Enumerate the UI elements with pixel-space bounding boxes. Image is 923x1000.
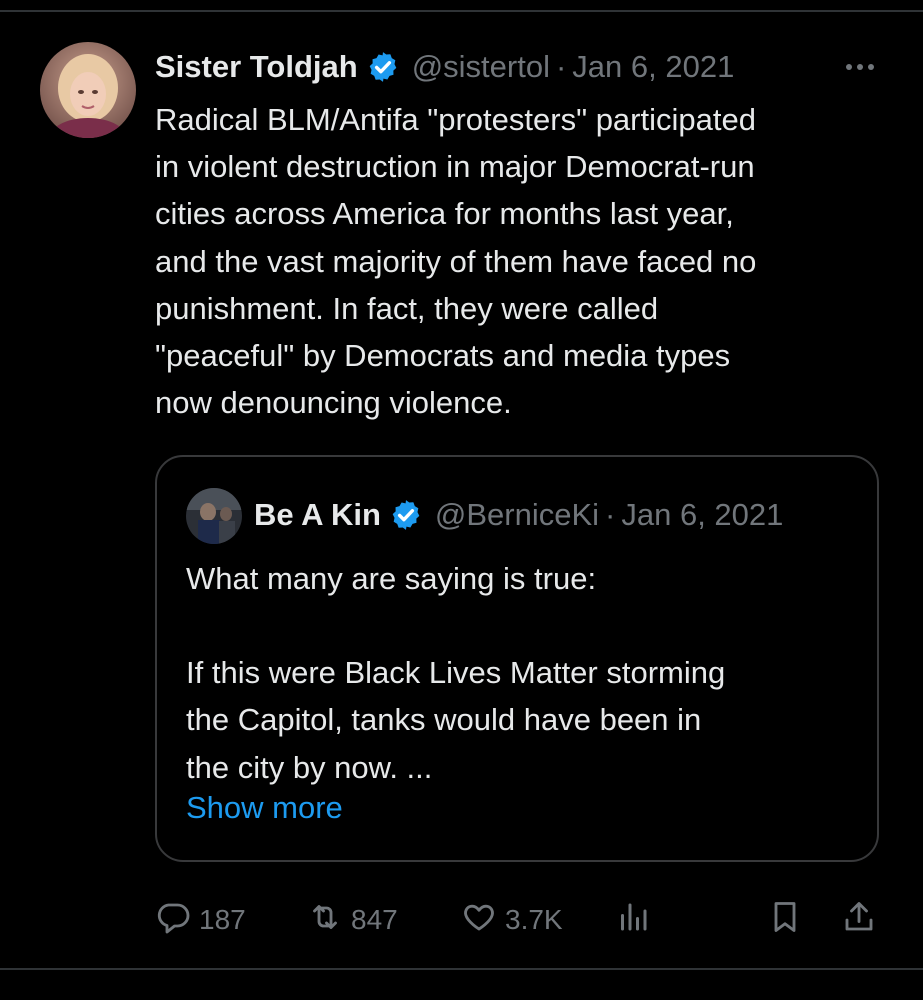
- quoted-tweet-text: What many are saying is true: If this we…: [186, 555, 866, 791]
- quoted-text-line: the Capitol, tanks would have been in: [186, 702, 702, 738]
- quoted-tweet-card[interactable]: Be A Kin @BerniceKi · Jan 6, 2021 What m…: [155, 455, 879, 862]
- reply-count: 187: [199, 904, 246, 935]
- quoted-text-line: [186, 602, 866, 649]
- tweet-text-line: cities across America for months last ye…: [155, 196, 734, 232]
- repost-button[interactable]: 847: [307, 893, 398, 947]
- top-divider: [0, 10, 923, 12]
- share-icon: [841, 899, 877, 942]
- quoted-text-line: If this were Black Lives Matter storming: [186, 655, 726, 691]
- tweet-text: Radical BLM/Antifa "protesters" particip…: [155, 96, 895, 426]
- views-icon: [615, 899, 651, 942]
- quoted-tweet-date[interactable]: Jan 6, 2021: [621, 497, 783, 533]
- tweet-text-line: punishment. In fact, they were called: [155, 290, 659, 326]
- quoted-author-name[interactable]: Be A Kin: [254, 497, 381, 533]
- tweet-text-line: in violent destruction in major Democrat…: [155, 149, 755, 185]
- author-handle[interactable]: @sistertol: [412, 49, 550, 85]
- verified-badge-icon: [366, 50, 400, 84]
- author-avatar[interactable]: [40, 42, 136, 138]
- tweet-text-line: "peaceful" by Democrats and media types: [155, 338, 731, 374]
- quoted-tweet-header: Be A Kin @BerniceKi · Jan 6, 2021: [254, 493, 783, 537]
- reply-button[interactable]: 187: [155, 893, 246, 947]
- quoted-author-handle[interactable]: @BerniceKi: [435, 497, 599, 533]
- share-button[interactable]: [841, 893, 877, 947]
- author-name[interactable]: Sister Toldjah: [155, 49, 358, 85]
- header-separator: ·: [555, 49, 567, 84]
- reply-icon: [155, 899, 191, 942]
- repost-icon: [307, 899, 343, 942]
- repost-count: 847: [351, 904, 398, 935]
- verified-badge-icon: [389, 498, 423, 532]
- tweet-date[interactable]: Jan 6, 2021: [572, 49, 734, 85]
- like-count: 3.7K: [505, 904, 563, 935]
- header-separator: ·: [605, 497, 616, 532]
- quoted-author-avatar[interactable]: [186, 488, 242, 544]
- more-dots-icon[interactable]: [840, 52, 880, 82]
- like-button[interactable]: 3.7K: [461, 893, 563, 947]
- bookmark-icon: [767, 899, 803, 942]
- views-button[interactable]: [615, 893, 651, 947]
- tweet-text-line: and the vast majority of them have faced…: [155, 243, 757, 279]
- tweet-header: Sister Toldjah @sistertol · Jan 6, 2021: [155, 44, 734, 90]
- action-bar: 187 847 3.7K: [155, 893, 885, 947]
- bottom-divider: [0, 968, 923, 970]
- quoted-text-line: the city by now. ...: [186, 749, 433, 785]
- tweet-text-line: now denouncing violence.: [155, 385, 512, 421]
- like-icon: [461, 899, 497, 942]
- quoted-text-line: What many are saying is true:: [186, 561, 597, 596]
- bookmark-button[interactable]: [767, 893, 803, 947]
- tweet-text-line: Radical BLM/Antifa "protesters" particip…: [155, 102, 756, 137]
- show-more-link[interactable]: Show more: [186, 790, 343, 826]
